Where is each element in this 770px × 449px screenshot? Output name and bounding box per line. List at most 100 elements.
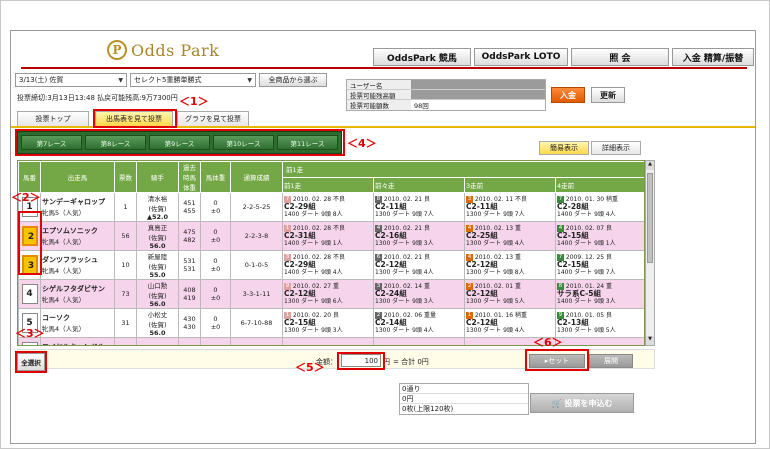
carried-weight: 56.0 [149,329,166,337]
tab-detail-view[interactable]: 詳細表示 [591,141,641,155]
apply-vote-label: 投票を申込む [564,398,613,408]
past-weight-2: 531 [183,265,196,273]
tab-vote-from-graph[interactable]: グラフを見て投票 [177,111,249,126]
horse-name[interactable]: コーソク [42,313,113,323]
past-race-class-text: C2-15組 [557,260,589,269]
header-horse-name: 出走馬 [40,161,115,193]
header-prev-1: 前1走 [282,176,374,193]
horse-name[interactable]: エプソムソニック [42,226,113,236]
past-race-detail: 1300 ダート 9頭 6人 [284,298,343,305]
past-race-cell: 8 2010. 01. 24 重サラ系C-5組 1400 ダート 9頭 3人 [554,279,644,309]
jockey-affiliation: (佐賀) [148,321,167,329]
tab-simple-view[interactable]: 簡易表示 [539,141,589,155]
nav-oddspark-loto[interactable]: OddsPark LOTO [474,48,568,66]
past-race-class-text: C2-29組 [284,260,316,269]
past-race-class: C2-15組 [557,260,644,269]
past-race-class-text: C2-24組 [375,289,407,298]
table-row[interactable]: 4 シゲルフタダビサン 牝馬4（人気） 73 山口勲 (佐賀) 56.0 408 419 0 ±0 3… [18,279,644,309]
header-weight: 馬体重 [200,161,231,193]
weight-change-2: ±0 [210,265,221,273]
table-row[interactable]: 3 ダンツフラッシュ 牝馬4（人気） 10 新屋陸 (佐賀) 55.0 531 531 0 ±0 0-… [18,250,644,280]
past-weight: 475 [183,228,196,236]
past-race-cell: 1 2010. 02. 20 良 C2-15組 1300 ダート 9頭 3人 [282,308,374,338]
scroll-thumb[interactable] [647,173,653,263]
past-race-info: 7 2010. 02. 28 不良 C2-29組 1400 ダート 9頭 8人 [284,196,372,218]
nav-deposit-settlement[interactable]: 入金 精算/振替 [672,48,754,66]
table-row[interactable]: 2 エプソムソニック 牝馬4（人気） 56 真島正 (佐賀) 56.0 475 482 0 ±0 2-… [18,221,644,251]
update-button[interactable]: 更新 [591,87,625,103]
apply-vote-button[interactable]: 🛒 投票を申込む [530,393,634,413]
oddspark-logo[interactable]: P Odds Park [107,37,219,63]
votes-cell: 1 [114,192,137,222]
cart-icon: 🛒 [551,398,562,408]
past-race-class: サラ系C-5組 [557,290,644,298]
jockey-cell: 山口勲 (佐賀) 56.0 [136,279,179,309]
record-cell: 2-2-5-25 [230,192,283,222]
past-race-info: 8 2010. 01. 24 重サラ系C-5組 1400 ダート 9頭 3人 [557,283,644,305]
past-race-info: 7 2010. 01. 30 稍重 C2-28組 1400 ダート 9頭 4人 [557,196,644,218]
past-race-detail: 1300 ダート 9頭 7人 [466,211,525,218]
past-race-class: C2-29組 [284,203,372,211]
horse-name[interactable]: ロイヤルキャンドル [42,342,113,346]
race-select[interactable]: 3/13(土) 佐賀 ▼ [15,73,127,87]
horse-name[interactable]: ダンツフラッシュ [42,255,113,265]
app-window: P Odds Park OddsPark 競馬 OddsPark LOTO 照 … [10,30,756,444]
past-race-detail: 1300 ダート 9頭 3人 [375,298,434,305]
record-cell: 3-3-1-11 [230,279,283,309]
past-race-class: C2-29組 [284,261,372,269]
past-race-detail: 1300 ダート 9頭 4人 [466,327,525,334]
horse-number-button[interactable]: 6 [21,341,38,345]
past-race-cell: 4 2010. 02. 21 良 C2-16組 1300 ダート 9頭 3人 [373,221,465,251]
expand-button[interactable]: 展開 [589,354,633,368]
horse-sub: 牝馬4（人気） [42,238,86,246]
jockey-cell: 清水裕 (佐賀) ▲52.0 [136,192,179,222]
weight-change-2: ±0 [210,207,221,215]
record-cell [230,337,283,345]
past-race-class: C2-11組 [466,203,554,211]
horse-name[interactable]: シゲルフタダビサン [42,284,113,294]
table-row[interactable]: 1 サンデーギャロップ 牝馬5（人気） 1 清水裕 (佐賀) ▲52.0 451 455 0 ±0 2… [18,192,644,222]
votes-cell: 10 [114,250,137,280]
past-race-class-text: C2-12組 [375,260,407,269]
summary-amount: 0円 [400,394,528,404]
past-weight: 531 [183,257,196,265]
past-race-cell: 7 2009. 12. 25 良 C2-15組 1400 ダート 9頭 7人 [554,250,644,280]
bet-type-select[interactable]: セレクト5重勝単勝式 ▼ [130,73,256,87]
annotation-box-1 [93,109,177,128]
past-race-class: C2-31組 [284,232,372,240]
chevron-down-icon: ▼ [118,76,123,84]
carried-weight: ▲52.0 [146,213,169,221]
past-race-detail: 1400 ダート 9頭 8人 [284,211,343,218]
nav-inquiry[interactable]: 照 会 [571,48,669,66]
past-race-detail: 1300 ダート 9頭 3人 [284,327,343,334]
weight-change-cell: 0 ±0 [200,250,231,280]
past-race-class-text: C2-29組 [284,202,316,211]
horse-sub: 牝馬5（人気） [42,209,86,217]
all-products-button[interactable]: 全商品から選ぶ [259,73,327,87]
scroll-up-icon[interactable]: ▲ [646,161,654,170]
horse-name-cell: コーソク 牝馬4（人気） [40,308,115,338]
weight-change-2: ±0 [210,236,221,244]
jockey-name: 小松丈 [147,311,168,319]
horse-number-button[interactable]: 4 [21,284,38,304]
scroll-down-icon[interactable]: ▼ [646,336,654,345]
past-race-class-text: C2-25組 [466,231,498,240]
weight-change-2: ±0 [210,294,221,302]
tab-vote-top[interactable]: 投票トップ [17,111,89,126]
past-race-class: C2-12組 [466,261,554,269]
past-race-class: C2-11組 [375,203,463,211]
deposit-button[interactable]: 入金 [551,87,585,103]
past-race-class: C2-16組 [375,232,463,240]
past-weight-cell: 531 531 [178,250,201,280]
table-scrollbar[interactable]: ▲ ▼ [645,160,655,346]
race-select-value: 3/13(土) 佐賀 [19,76,64,84]
past-race-cell: 3 2010. 02. 11 不良 C2-11組 1300 ダート 9頭 7人 [464,192,556,222]
past-race-info: 2 2010. 02. 01 重 C2-12組 1300 ダート 9頭 5人 [466,283,554,305]
horse-name[interactable]: サンデーギャロップ [42,197,113,207]
user-row: 投票可能残高額 [347,90,545,100]
record-cell: 0-1-0-5 [230,250,283,280]
horse-number-cell[interactable]: 4 [18,279,41,309]
horse-sub: 牝馬4（人気） [42,267,86,275]
header-jockey: 騎手 [136,161,179,193]
nav-oddspark-keiba[interactable]: OddsPark 競馬 [373,48,471,66]
